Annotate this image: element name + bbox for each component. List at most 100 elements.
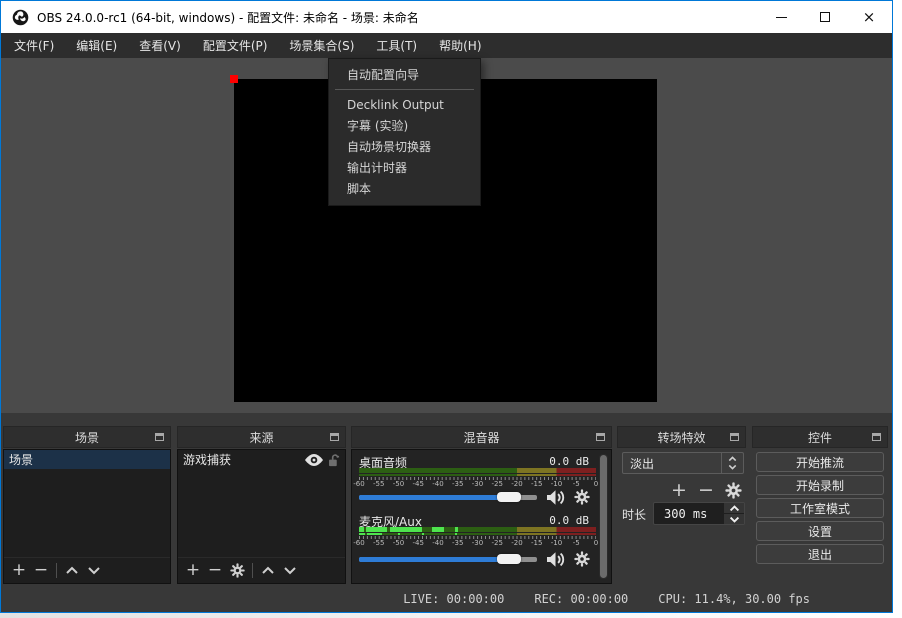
source-down-button[interactable] xyxy=(279,560,301,582)
tools-menu-item[interactable]: 输出计时器 xyxy=(329,157,480,178)
db-tick-label: -60 xyxy=(353,480,364,488)
scene-up-button[interactable] xyxy=(61,560,83,582)
toolbar-separator xyxy=(252,563,253,578)
menu-item[interactable]: 配置文件(P) xyxy=(192,33,279,58)
transition-selected-value: 淡出 xyxy=(623,455,721,472)
remove-scene-button[interactable]: − xyxy=(30,560,52,582)
db-tick-label: -20 xyxy=(511,539,522,547)
duration-value: 300 ms xyxy=(654,507,724,521)
mute-button[interactable] xyxy=(545,489,566,506)
toolbar-separator xyxy=(56,563,57,578)
tools-menu-popup: 自动配置向导 Decklink Output 字幕 (实验) 自动场景切换器 输… xyxy=(328,58,481,206)
dock-float-icon[interactable] xyxy=(872,433,881,441)
db-tick-label: -5 xyxy=(573,480,580,488)
source-selection-handle[interactable] xyxy=(230,75,238,83)
controls-dock: 控件 开始推流 开始录制 工作室模式 设置 退出 xyxy=(752,426,888,584)
volume-slider[interactable] xyxy=(359,488,537,506)
channel-settings-button[interactable] xyxy=(574,489,590,505)
maximize-icon xyxy=(820,12,830,22)
db-tick-label: -50 xyxy=(393,480,404,488)
source-list-item[interactable]: 游戏捕获 xyxy=(178,450,345,469)
add-scene-button[interactable]: + xyxy=(8,560,30,582)
transitions-dock-header[interactable]: 转场特效 xyxy=(617,426,746,448)
tools-menu-item[interactable]: Decklink Output xyxy=(329,94,480,115)
obs-window: OBS 24.0.0-rc1 (64-bit, windows) - 配置文件:… xyxy=(0,0,893,613)
scenes-dock-header[interactable]: 场景 xyxy=(3,426,171,448)
sources-dock: 来源 游戏捕获 xyxy=(177,426,346,584)
dock-float-icon[interactable] xyxy=(155,433,164,441)
control-button[interactable]: 退出 xyxy=(756,544,884,564)
close-button[interactable]: × xyxy=(849,1,889,33)
sources-dock-header[interactable]: 来源 xyxy=(177,426,346,448)
control-button[interactable]: 开始录制 xyxy=(756,475,884,495)
transition-select[interactable]: 淡出 xyxy=(622,452,744,474)
gear-icon xyxy=(230,563,245,578)
volume-slider[interactable] xyxy=(359,550,537,568)
meter-active-segment xyxy=(398,533,400,535)
menu-item[interactable]: 场景集合(S) xyxy=(278,33,365,58)
mixer-scrollbar[interactable] xyxy=(599,454,608,579)
sources-dock-title: 来源 xyxy=(249,429,273,446)
db-tick-label: 0 xyxy=(594,480,598,488)
control-button[interactable]: 工作室模式 xyxy=(756,498,884,518)
control-button[interactable]: 开始推流 xyxy=(756,452,884,472)
dock-float-icon[interactable] xyxy=(330,433,339,441)
duration-increase-button[interactable] xyxy=(724,503,744,514)
meter-active-segment xyxy=(367,533,382,535)
remove-transition-button[interactable]: − xyxy=(695,479,717,501)
duration-decrease-button[interactable] xyxy=(724,514,744,524)
visibility-eye-icon[interactable] xyxy=(305,454,323,466)
slider-handle[interactable] xyxy=(497,492,521,502)
db-tick-label: -10 xyxy=(551,539,562,547)
menu-item[interactable]: 帮助(H) xyxy=(428,33,492,58)
control-button[interactable]: 设置 xyxy=(756,521,884,541)
menu-item[interactable]: 工具(T) xyxy=(365,33,428,58)
titlebar[interactable]: OBS 24.0.0-rc1 (64-bit, windows) - 配置文件:… xyxy=(1,1,892,33)
source-up-button[interactable] xyxy=(257,560,279,582)
slider-handle[interactable] xyxy=(497,554,521,564)
channel-settings-button[interactable] xyxy=(574,551,590,567)
status-bar: LIVE: 00:00:00 REC: 00:00:00 CPU: 11.4%,… xyxy=(1,585,892,612)
db-tick-label: -40 xyxy=(432,480,443,488)
controls-dock-header[interactable]: 控件 xyxy=(752,426,888,448)
source-properties-button[interactable] xyxy=(226,560,248,582)
meter-active-segment xyxy=(432,527,444,532)
transition-properties-button[interactable] xyxy=(722,479,744,501)
remove-source-button[interactable]: − xyxy=(204,560,226,582)
add-transition-button[interactable]: + xyxy=(668,479,690,501)
menu-item[interactable]: 编辑(E) xyxy=(65,33,128,58)
combo-spinner[interactable] xyxy=(721,453,743,473)
scenes-list: 场景 + − xyxy=(3,449,171,584)
menu-item[interactable]: 查看(V) xyxy=(128,33,192,58)
meter-active-segment xyxy=(390,527,422,532)
duration-spinbox[interactable]: 300 ms xyxy=(653,502,745,525)
controls-panel: 开始推流 开始录制 工作室模式 设置 退出 xyxy=(752,449,888,584)
mixer-panel: 桌面音频 0.0 dB -60-55-50-45-40-35-30-25-20-… xyxy=(351,449,612,584)
menu-item[interactable]: 文件(F) xyxy=(3,33,65,58)
db-tick-label: -25 xyxy=(492,539,503,547)
add-source-button[interactable]: + xyxy=(182,560,204,582)
scene-down-button[interactable] xyxy=(83,560,105,582)
maximize-button[interactable] xyxy=(805,1,845,33)
volume-meter xyxy=(359,468,596,476)
lock-open-icon[interactable] xyxy=(327,453,340,467)
chevron-down-icon xyxy=(283,566,297,575)
meter-active-segment xyxy=(359,533,365,535)
scrollbar-thumb[interactable] xyxy=(600,455,607,578)
tools-menu-item[interactable]: 自动配置向导 xyxy=(329,64,480,85)
mute-button[interactable] xyxy=(545,551,566,568)
duration-label: 时长 xyxy=(622,506,646,523)
tools-menu-item[interactable]: 字幕 (实验) xyxy=(329,115,480,136)
scene-name: 场景 xyxy=(9,451,33,468)
speaker-icon xyxy=(545,551,566,568)
minimize-button[interactable] xyxy=(761,1,801,33)
dock-float-icon[interactable] xyxy=(596,433,605,441)
dock-float-icon[interactable] xyxy=(730,433,739,441)
db-tick-label: -55 xyxy=(373,539,384,547)
sources-toolbar: + − xyxy=(178,557,345,583)
meter-active-segment xyxy=(455,527,458,532)
tools-menu-item[interactable]: 脚本 xyxy=(329,178,480,199)
scene-list-item[interactable]: 场景 xyxy=(4,450,170,469)
mixer-dock-header[interactable]: 混音器 xyxy=(351,426,612,448)
tools-menu-item[interactable]: 自动场景切换器 xyxy=(329,136,480,157)
